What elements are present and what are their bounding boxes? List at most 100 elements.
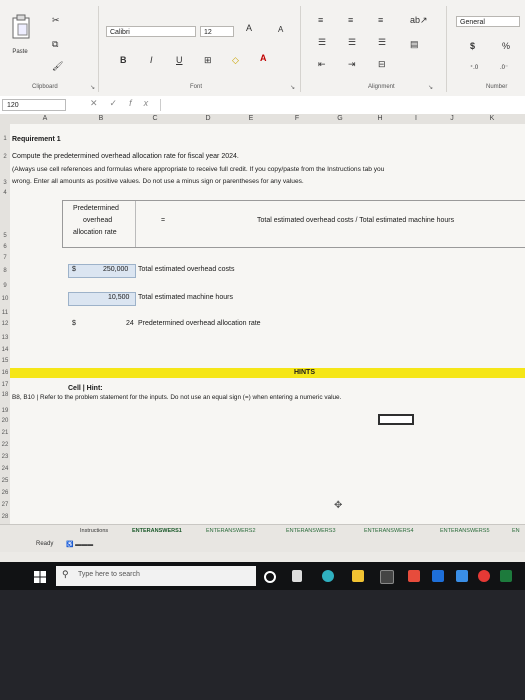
wrap-text-icon[interactable]: ▤ [410,38,419,50]
clipboard-launcher-icon[interactable]: ↘ [90,84,95,91]
row-header[interactable]: 15 [0,358,10,364]
row-header[interactable]: 14 [0,347,10,353]
cancel-icon[interactable]: ✕ [90,98,110,108]
align-bottom-icon[interactable]: ≡ [378,14,383,26]
font-size-combo[interactable]: 12 [200,26,234,37]
tab-instructions[interactable]: Instructions [80,527,108,536]
number-format-combo[interactable]: General [456,16,520,27]
align-top-icon[interactable]: ≡ [318,14,323,26]
decrease-decimal-icon[interactable]: .0⁻ [500,62,508,74]
mail-icon[interactable] [432,570,444,582]
row-header[interactable]: 1 [0,136,10,142]
row-header[interactable]: 17 [0,382,10,388]
currency-button[interactable]: $ [470,40,475,52]
orientation-icon[interactable]: ab↗ [410,14,428,26]
row-header[interactable]: 7 [0,255,10,261]
row-header[interactable]: 3 [0,180,10,186]
decrease-indent-icon[interactable]: ⇤ [318,58,326,70]
row-header[interactable]: 26 [0,490,10,496]
chrome-icon[interactable] [478,570,490,582]
column-header[interactable]: A [10,114,80,124]
align-right-icon[interactable]: ☰ [378,36,386,48]
row-header[interactable]: 23 [0,454,10,460]
tab-enteranswers2[interactable]: ENTERANSWERS2 [206,527,256,536]
row-header[interactable]: 10 [0,296,10,302]
cortana-icon[interactable] [264,571,276,583]
store-icon[interactable] [380,570,394,584]
merge-center-icon[interactable]: ⊟ [378,58,386,70]
row-header[interactable]: 16 [0,370,10,376]
cut-icon[interactable]: ✂ [52,14,60,26]
shrink-font-button[interactable]: A [278,24,283,36]
row-header[interactable]: 13 [0,335,10,341]
column-header[interactable]: J [432,114,472,124]
photos-icon[interactable] [456,570,468,582]
column-header[interactable]: C [122,114,188,124]
task-view-icon[interactable] [292,570,302,582]
grow-font-button[interactable]: A [246,22,252,34]
office-icon[interactable] [408,570,420,582]
underline-button[interactable]: U [176,54,183,66]
column-header[interactable]: K [472,114,512,124]
row-header[interactable]: 28 [0,514,10,520]
search-box[interactable]: ⚲ Type here to search [56,566,256,586]
windows-start-icon[interactable] [34,570,46,583]
increase-decimal-icon[interactable]: ⁺.0 [470,62,478,74]
row-header[interactable]: 22 [0,442,10,448]
row-header[interactable]: 6 [0,244,10,250]
row-header[interactable]: 27 [0,502,10,508]
row-header[interactable]: 25 [0,478,10,484]
row-header[interactable]: 18 [0,392,10,398]
accessibility-icon[interactable]: ♿ ▬▬▬ [66,541,112,549]
file-explorer-icon[interactable] [352,570,364,582]
font-launcher-icon[interactable]: ↘ [290,84,295,91]
column-header[interactable]: H [360,114,400,124]
align-middle-icon[interactable]: ≡ [348,14,353,26]
italic-button[interactable]: I [150,54,153,66]
row-header[interactable]: 24 [0,466,10,472]
formula-input[interactable] [160,99,523,111]
excel-icon[interactable] [500,570,512,582]
tab-enteranswers4[interactable]: ENTERANSWERS4 [364,527,414,536]
paste-icon[interactable] [10,14,32,40]
fill-color-icon[interactable]: ◇ [232,54,239,66]
borders-icon[interactable]: ⊞ [204,54,212,66]
row-header[interactable]: 21 [0,430,10,436]
tab-enteranswers3[interactable]: ENTERANSWERS3 [286,527,336,536]
tab-en[interactable]: EN [512,527,520,536]
enter-icon[interactable]: ✓ [110,98,130,108]
bold-button[interactable]: B [120,54,127,66]
column-header[interactable]: E [228,114,274,124]
column-header[interactable]: D [188,114,228,124]
column-header[interactable]: G [320,114,360,124]
row-header[interactable]: 4 [0,190,10,196]
align-center-icon[interactable]: ☰ [348,36,356,48]
tab-enteranswers5[interactable]: ENTERANSWERS5 [440,527,490,536]
column-header[interactable]: F [274,114,320,124]
format-painter-icon[interactable]: 🖌 [52,60,63,72]
tab-enteranswers1[interactable]: ENTERANSWERS1 [132,527,182,536]
worksheet-grid[interactable]: Requirement 1 Compute the predetermined … [10,124,525,540]
row-header[interactable]: 11 [0,310,10,316]
row-header[interactable]: 9 [0,283,10,289]
edge-icon[interactable] [322,570,334,582]
selected-cell[interactable] [378,414,414,425]
fx-icon[interactable]: fx [129,98,160,108]
alignment-launcher-icon[interactable]: ↘ [428,84,433,91]
increase-indent-icon[interactable]: ⇥ [348,58,356,70]
row-header[interactable]: 2 [0,154,10,160]
row-header[interactable]: 8 [0,268,10,274]
font-name-combo[interactable]: Calibri [106,26,196,37]
align-left-icon[interactable]: ☰ [318,36,326,48]
paste-button[interactable]: Paste [6,46,34,58]
row-header[interactable]: 19 [0,408,10,414]
percent-button[interactable]: % [502,40,510,52]
row-header[interactable]: 20 [0,418,10,424]
font-color-icon[interactable]: A [260,52,267,64]
copy-icon[interactable]: ⧉ [52,38,58,50]
column-header[interactable]: I [400,114,432,124]
row-header[interactable]: 12 [0,321,10,327]
row-header[interactable]: 5 [0,233,10,239]
name-box[interactable]: 120 [2,99,66,111]
column-header[interactable]: B [80,114,122,124]
